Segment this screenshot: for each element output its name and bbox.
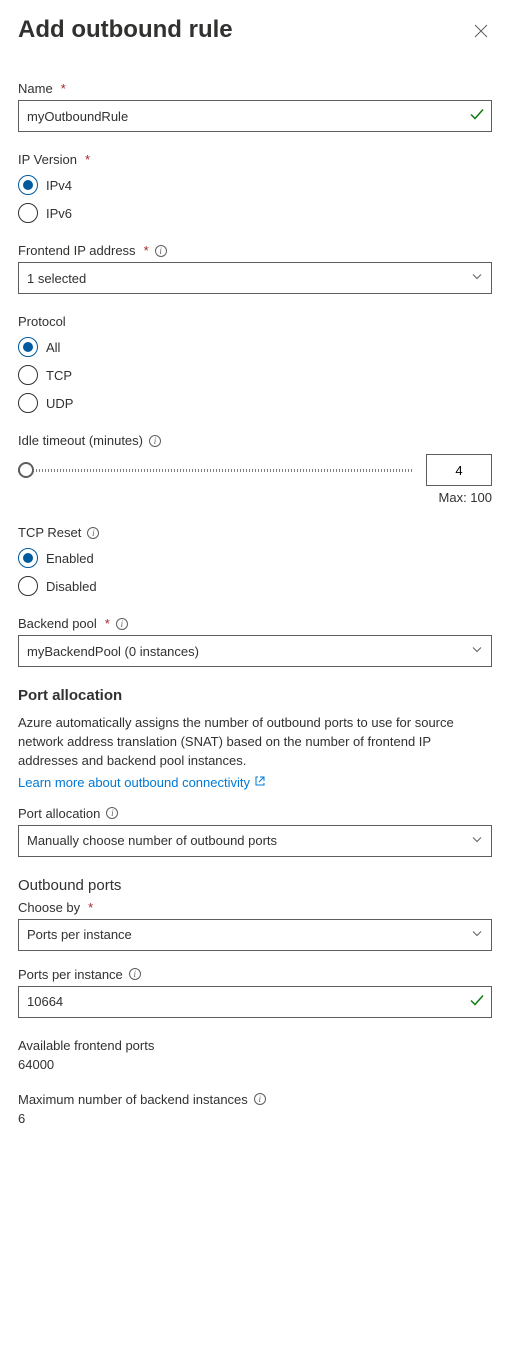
radio-label: Disabled — [46, 579, 97, 594]
checkmark-icon — [470, 108, 484, 125]
info-icon[interactable]: i — [155, 245, 167, 257]
idle-timeout-value-input[interactable] — [426, 454, 492, 486]
port-allocation-description: Azure automatically assigns the number o… — [18, 714, 492, 771]
backend-pool-label: Backend pool — [18, 616, 97, 631]
required-indicator: * — [105, 616, 110, 631]
radio-tcpreset-enabled[interactable]: Enabled — [18, 548, 492, 568]
required-indicator: * — [144, 243, 149, 258]
protocol-label: Protocol — [18, 314, 66, 329]
info-icon[interactable]: i — [254, 1093, 266, 1105]
max-backend-instances-value: 6 — [18, 1111, 492, 1126]
close-icon — [474, 26, 488, 41]
radio-icon — [18, 365, 38, 385]
select-value: Manually choose number of outbound ports — [27, 833, 277, 848]
learn-more-link[interactable]: Learn more about outbound connectivity — [18, 775, 266, 790]
info-icon[interactable]: i — [87, 527, 99, 539]
available-frontend-ports-value: 64000 — [18, 1057, 492, 1072]
radio-icon — [18, 175, 38, 195]
radio-protocol-all[interactable]: All — [18, 337, 492, 357]
required-indicator: * — [61, 81, 66, 96]
radio-label: UDP — [46, 396, 73, 411]
radio-label: IPv4 — [46, 178, 72, 193]
select-value: Ports per instance — [27, 927, 132, 942]
choose-by-select[interactable]: Ports per instance — [18, 919, 492, 951]
idle-timeout-slider[interactable] — [18, 460, 414, 480]
backend-pool-select[interactable]: myBackendPool (0 instances) — [18, 635, 492, 667]
name-label: Name — [18, 81, 53, 96]
radio-label: IPv6 — [46, 206, 72, 221]
radio-ipv6[interactable]: IPv6 — [18, 203, 492, 223]
external-link-icon — [254, 775, 266, 790]
info-icon[interactable]: i — [149, 435, 161, 447]
select-value: 1 selected — [27, 271, 86, 286]
ports-per-instance-label: Ports per instance — [18, 967, 123, 982]
info-icon[interactable]: i — [129, 968, 141, 980]
info-icon[interactable]: i — [116, 618, 128, 630]
radio-tcpreset-disabled[interactable]: Disabled — [18, 576, 492, 596]
close-button[interactable] — [470, 20, 492, 45]
link-text: Learn more about outbound connectivity — [18, 775, 250, 790]
tcp-reset-label: TCP Reset — [18, 525, 81, 540]
frontend-ip-label: Frontend IP address — [18, 243, 136, 258]
radio-icon — [18, 548, 38, 568]
select-value: myBackendPool (0 instances) — [27, 644, 199, 659]
ports-per-instance-input[interactable] — [18, 986, 492, 1018]
choose-by-label: Choose by — [18, 900, 80, 915]
radio-protocol-tcp[interactable]: TCP — [18, 365, 492, 385]
required-indicator: * — [88, 900, 93, 915]
radio-icon — [18, 203, 38, 223]
port-allocation-label: Port allocation — [18, 806, 100, 821]
outbound-ports-heading: Outbound ports — [18, 877, 492, 894]
panel-title: Add outbound rule — [18, 16, 233, 44]
chevron-down-icon — [471, 833, 483, 848]
checkmark-icon — [470, 993, 484, 1010]
chevron-down-icon — [471, 644, 483, 659]
radio-label: All — [46, 340, 60, 355]
available-frontend-ports-label: Available frontend ports — [18, 1038, 492, 1053]
chevron-down-icon — [471, 271, 483, 286]
port-allocation-heading: Port allocation — [18, 687, 492, 704]
name-input[interactable] — [18, 100, 492, 132]
slider-thumb[interactable] — [18, 462, 34, 478]
radio-icon — [18, 576, 38, 596]
port-allocation-select[interactable]: Manually choose number of outbound ports — [18, 825, 492, 857]
required-indicator: * — [85, 152, 90, 167]
idle-timeout-max-label: Max: 100 — [18, 490, 492, 505]
radio-icon — [18, 337, 38, 357]
ip-version-label: IP Version — [18, 152, 77, 167]
max-backend-instances-label: Maximum number of backend instances — [18, 1092, 248, 1107]
radio-protocol-udp[interactable]: UDP — [18, 393, 492, 413]
radio-label: TCP — [46, 368, 72, 383]
radio-label: Enabled — [46, 551, 94, 566]
radio-icon — [18, 393, 38, 413]
chevron-down-icon — [471, 927, 483, 942]
radio-ipv4[interactable]: IPv4 — [18, 175, 492, 195]
idle-timeout-label: Idle timeout (minutes) — [18, 433, 143, 448]
slider-track-line — [18, 469, 414, 472]
frontend-ip-select[interactable]: 1 selected — [18, 262, 492, 294]
info-icon[interactable]: i — [106, 807, 118, 819]
